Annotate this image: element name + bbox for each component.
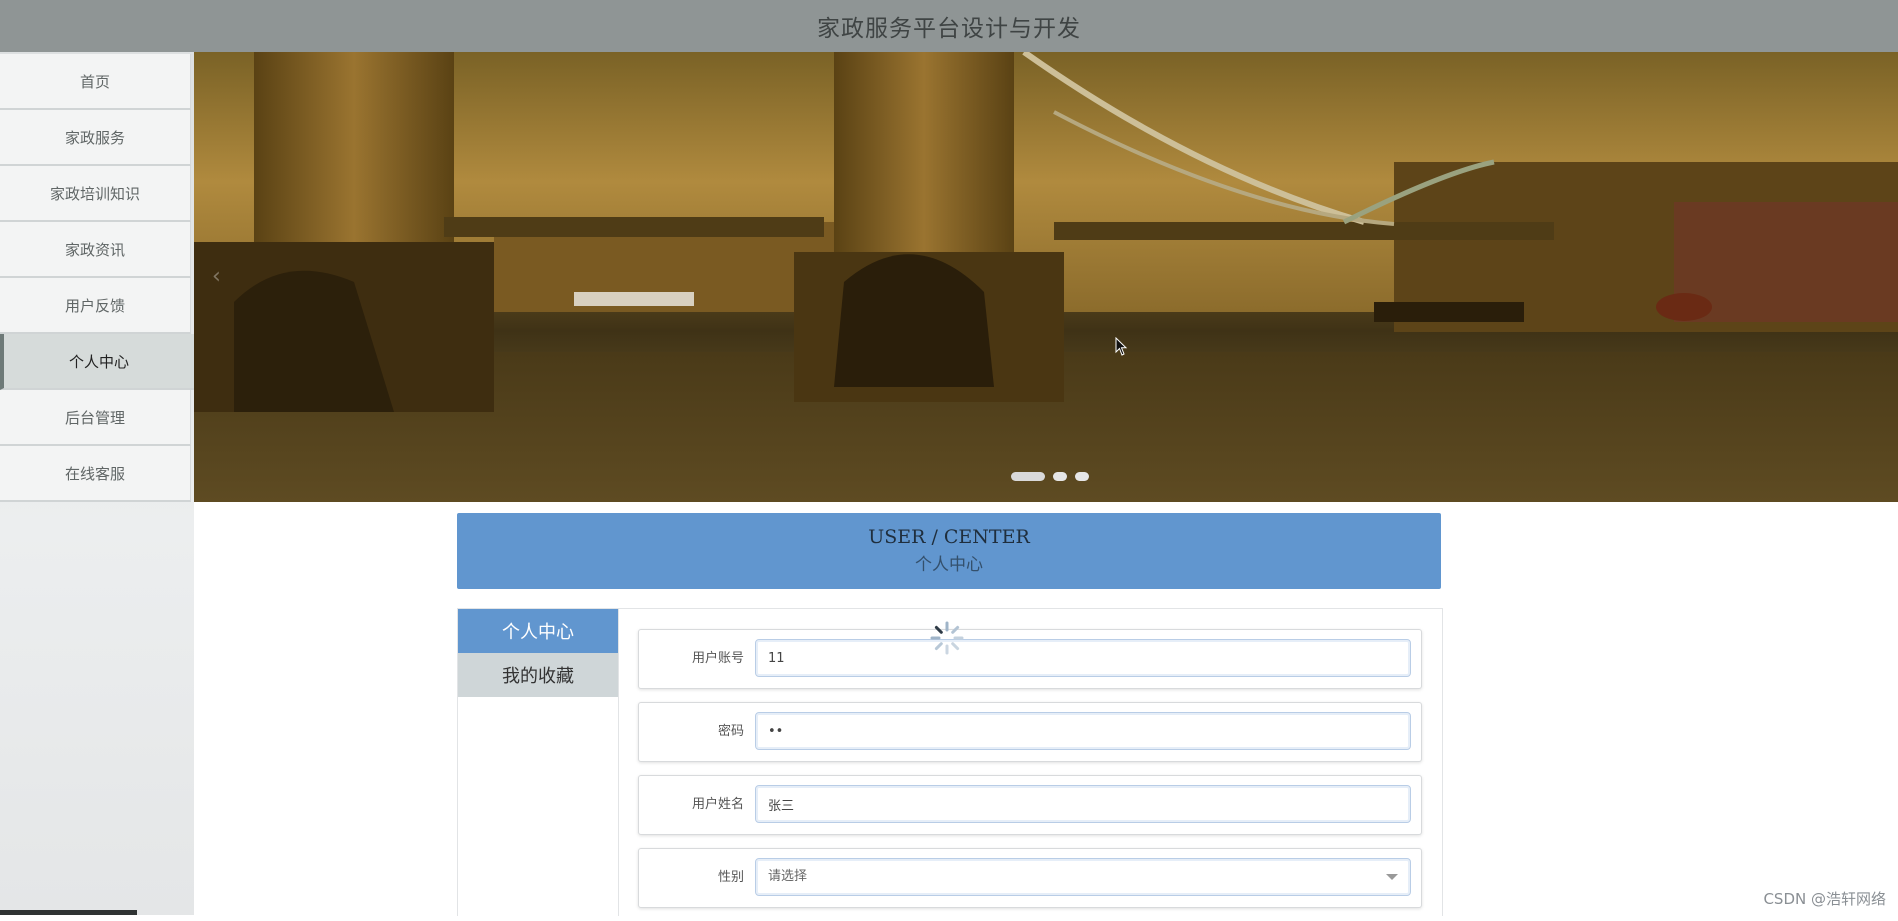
tab-my-favorites[interactable]: 我的收藏 bbox=[458, 653, 618, 697]
sidebar-item-news[interactable]: 家政资讯 bbox=[0, 222, 191, 278]
name-row: 用户姓名 bbox=[638, 775, 1422, 835]
gender-label: 性别 bbox=[717, 870, 744, 885]
carousel-dot[interactable] bbox=[1053, 472, 1067, 481]
name-input[interactable] bbox=[755, 785, 1411, 823]
carousel-dot[interactable] bbox=[1011, 472, 1045, 481]
sidebar-item-home[interactable]: 首页 bbox=[0, 54, 191, 110]
watermark: CSDN @浩轩网络 bbox=[1763, 890, 1886, 908]
bridge-photo bbox=[194, 52, 1898, 502]
password-row: 密码 bbox=[638, 702, 1422, 762]
banner-carousel[interactable]: ‹ bbox=[194, 52, 1898, 502]
sidebar-item-user-center[interactable]: 个人中心 bbox=[0, 334, 195, 390]
chevron-down-icon bbox=[1386, 874, 1398, 880]
taskbar-edge bbox=[0, 910, 137, 915]
account-input[interactable] bbox=[755, 639, 1411, 677]
carousel-dot[interactable] bbox=[1075, 472, 1089, 481]
name-label: 用户姓名 bbox=[691, 797, 744, 812]
password-input[interactable] bbox=[755, 712, 1411, 750]
password-label: 密码 bbox=[717, 724, 744, 739]
account-row: 用户账号 bbox=[638, 629, 1422, 689]
side-tabs: 个人中心 我的收藏 bbox=[458, 609, 619, 916]
gender-select[interactable]: 请选择 bbox=[755, 858, 1411, 896]
sidebar-item-online-service[interactable]: 在线客服 bbox=[0, 446, 191, 502]
profile-form: 用户账号 密码 用户姓名 性别 请选择 bbox=[638, 629, 1422, 921]
carousel-indicators bbox=[1011, 472, 1089, 481]
sidebar-item-admin[interactable]: 后台管理 bbox=[0, 390, 191, 446]
user-center-header: USER / CENTER 个人中心 bbox=[457, 513, 1441, 589]
account-label: 用户账号 bbox=[691, 651, 744, 666]
sidebar-item-training-knowledge[interactable]: 家政培训知识 bbox=[0, 166, 191, 222]
site-title: 家政服务平台设计与开发 bbox=[817, 16, 1081, 42]
carousel-prev-arrow[interactable]: ‹ bbox=[212, 264, 221, 289]
sidebar-item-housekeeping-service[interactable]: 家政服务 bbox=[0, 110, 191, 166]
gender-row: 性别 请选择 bbox=[638, 848, 1422, 908]
loading-spinner-icon bbox=[930, 621, 964, 655]
header-title-zh: 个人中心 bbox=[915, 555, 983, 575]
gender-placeholder: 请选择 bbox=[768, 869, 808, 884]
tab-user-center[interactable]: 个人中心 bbox=[458, 609, 618, 653]
header-title-en: USER / CENTER bbox=[868, 526, 1030, 548]
sidebar: 首页 家政服务 家政培训知识 家政资讯 用户反馈 个人中心 后台管理 在线客服 bbox=[0, 52, 195, 915]
mouse-cursor-icon bbox=[1115, 337, 1128, 356]
top-bar: 家政服务平台设计与开发 bbox=[0, 0, 1898, 52]
sidebar-item-feedback[interactable]: 用户反馈 bbox=[0, 278, 191, 334]
